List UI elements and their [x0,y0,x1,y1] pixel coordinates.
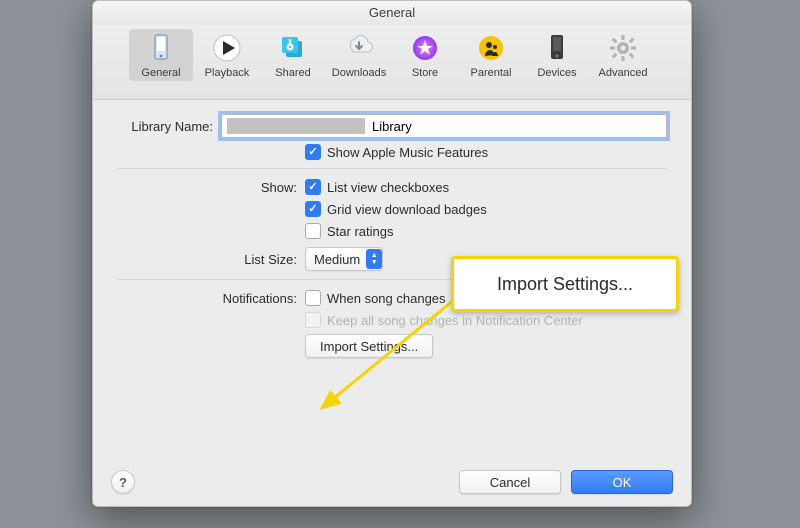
import-settings-button[interactable]: Import Settings... [305,334,433,358]
divider [117,168,667,169]
toolbar-label: Parental [471,67,512,79]
notifications-label: Notifications: [117,291,305,306]
star-ratings-label: Star ratings [327,224,393,239]
toolbar-label: Store [412,67,438,79]
shared-icon [276,31,310,65]
cancel-button[interactable]: Cancel [459,470,561,494]
when-song-changes-checkbox[interactable] [305,290,321,306]
toolbar-tab-downloads[interactable]: Downloads [327,29,391,81]
toolbar-tab-parental[interactable]: Parental [459,29,523,81]
chevron-up-down-icon: ▲▼ [366,249,382,269]
list-size-select[interactable]: Medium ▲▼ [305,247,383,271]
preferences-window: General General Playback Shared Download… [92,0,692,507]
when-song-changes-label: When song changes [327,291,446,306]
grid-view-badges-checkbox[interactable] [305,201,321,217]
parental-icon [474,31,508,65]
downloads-icon [342,31,376,65]
list-size-label: List Size: [117,252,305,267]
store-icon [408,31,442,65]
toolbar-tab-advanced[interactable]: Advanced [591,29,655,81]
redacted-block [227,118,365,134]
keep-all-label: Keep all song changes in Notification Ce… [327,313,583,328]
general-icon [144,31,178,65]
list-view-checkboxes-label: List view checkboxes [327,180,449,195]
keep-all-checkbox [305,312,321,328]
library-name-label: Library Name: [117,119,221,134]
window-title: General [93,1,691,25]
callout-box: Import Settings... [451,256,679,312]
playback-icon [210,31,244,65]
toolbar-label: Downloads [332,67,386,79]
toolbar-label: Devices [537,67,576,79]
show-apple-music-checkbox[interactable] [305,144,321,160]
toolbar: General Playback Shared Downloads Store [93,25,691,100]
ok-button[interactable]: OK [571,470,673,494]
toolbar-tab-playback[interactable]: Playback [195,29,259,81]
star-ratings-checkbox[interactable] [305,223,321,239]
show-label: Show: [117,180,305,195]
toolbar-tab-devices[interactable]: Devices [525,29,589,81]
toolbar-tab-general[interactable]: General [129,29,193,81]
toolbar-label: Advanced [599,67,648,79]
content-area: Library Name: Show Apple Music Features … [93,100,691,358]
show-apple-music-label: Show Apple Music Features [327,145,488,160]
grid-view-badges-label: Grid view download badges [327,202,487,217]
toolbar-label: Playback [205,67,250,79]
toolbar-tab-shared[interactable]: Shared [261,29,325,81]
callout-text: Import Settings... [497,274,633,295]
footer: ? Cancel OK [93,470,691,494]
advanced-icon [606,31,640,65]
toolbar-label: Shared [275,67,310,79]
toolbar-tab-store[interactable]: Store [393,29,457,81]
devices-icon [540,31,574,65]
list-view-checkboxes-checkbox[interactable] [305,179,321,195]
list-size-value: Medium [314,252,360,267]
toolbar-label: General [141,67,180,79]
help-button[interactable]: ? [111,470,135,494]
